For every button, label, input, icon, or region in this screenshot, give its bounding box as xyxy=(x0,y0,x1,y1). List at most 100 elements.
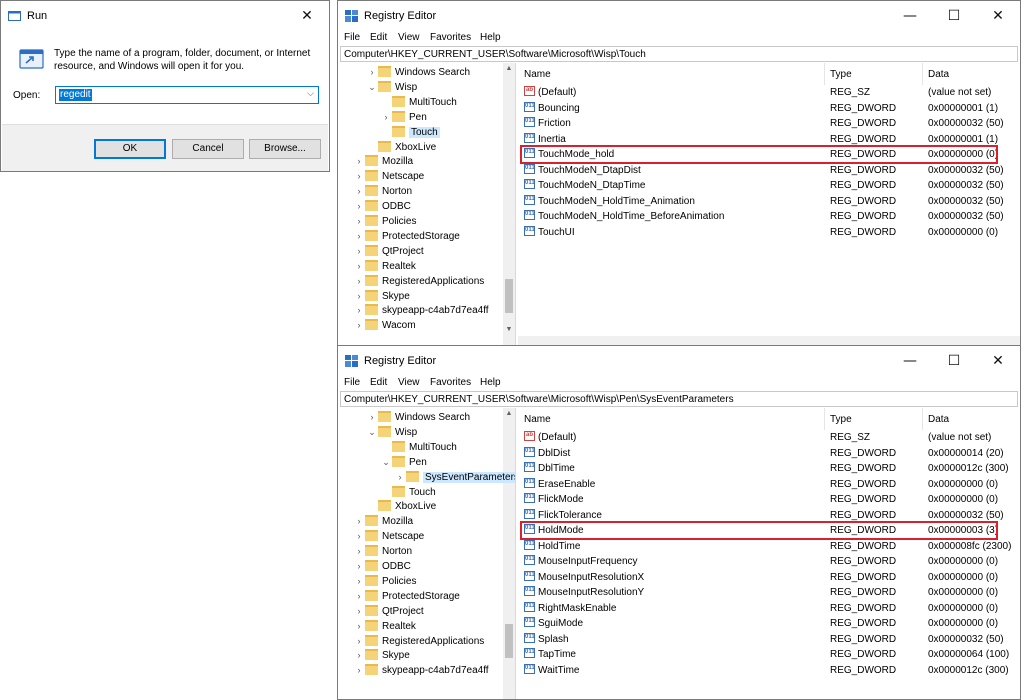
tree-node[interactable]: MultiTouch xyxy=(380,95,457,110)
value-row[interactable]: 011 MouseInputResolutionX REG_DWORD 0x00000… xyxy=(518,570,1020,585)
chevron-right-icon[interactable]: › xyxy=(353,648,365,663)
tree-node[interactable]: Touch xyxy=(380,485,436,500)
close-button[interactable]: ✕ xyxy=(976,346,1020,376)
tree-node[interactable]: › Norton xyxy=(353,184,412,199)
open-input[interactable]: regedit xyxy=(59,89,92,101)
chevron-right-icon[interactable]: › xyxy=(353,303,365,318)
chevron-right-icon[interactable]: › xyxy=(353,229,365,244)
chevron-right-icon[interactable]: › xyxy=(353,604,365,619)
chevron-down-icon[interactable]: ⌵ xyxy=(307,88,314,99)
value-row[interactable]: 011 TouchModeN_DtapDist REG_DWORD 0x0000003… xyxy=(518,163,1020,178)
menu-view[interactable]: View xyxy=(398,377,420,388)
tree-node[interactable]: XboxLive xyxy=(366,140,436,155)
value-row[interactable]: 011 Friction REG_DWORD 0x00000032 (50) xyxy=(518,116,1020,131)
menu-file[interactable]: File xyxy=(344,377,360,388)
column-type[interactable]: Type xyxy=(830,414,852,425)
tree-node[interactable]: › QtProject xyxy=(353,604,424,619)
chevron-down-icon[interactable]: ⌄ xyxy=(380,455,392,470)
chevron-right-icon[interactable]: › xyxy=(366,65,378,80)
ok-button[interactable]: OK xyxy=(94,139,166,159)
chevron-right-icon[interactable]: › xyxy=(353,244,365,259)
column-data[interactable]: Data xyxy=(928,414,949,425)
menu-edit[interactable]: Edit xyxy=(370,377,387,388)
menu-file[interactable]: File xyxy=(344,32,360,43)
tree-node[interactable]: › Windows Search xyxy=(366,410,470,425)
value-row[interactable]: 011 FlickMode REG_DWORD 0x00000000 (0) xyxy=(518,492,1020,507)
browse-button[interactable]: Browse... xyxy=(249,139,321,159)
chevron-right-icon[interactable]: › xyxy=(353,559,365,574)
value-row[interactable]: 011 TouchModeN_HoldTime_Animation REG_DWOR… xyxy=(518,194,1020,209)
tree-node[interactable]: › Mozilla xyxy=(353,514,413,529)
value-row[interactable]: ab (Default) REG_SZ (value not set) xyxy=(518,85,1020,100)
value-row[interactable]: 011 TouchModeN_DtapTime REG_DWORD 0x0000003… xyxy=(518,178,1020,193)
chevron-right-icon[interactable]: › xyxy=(366,410,378,425)
value-row[interactable]: 011 DblTime REG_DWORD 0x0000012c (300) xyxy=(518,461,1020,476)
tree-scrollbar[interactable]: ▲ ▼ xyxy=(503,63,515,346)
maximize-button[interactable]: ☐ xyxy=(932,346,976,376)
chevron-right-icon[interactable]: › xyxy=(353,634,365,649)
tree-node[interactable]: › Policies xyxy=(353,574,416,589)
column-name[interactable]: Name xyxy=(524,69,551,80)
column-type[interactable]: Type xyxy=(830,69,852,80)
titlebar[interactable]: Registry Editor — ☐ ✕ xyxy=(338,346,1020,376)
tree-node[interactable]: › Windows Search xyxy=(366,65,470,80)
maximize-button[interactable]: ☐ xyxy=(932,1,976,31)
address-bar[interactable]: Computer\HKEY_CURRENT_USER\Software\Micr… xyxy=(340,391,1018,407)
tree-node[interactable]: › Policies xyxy=(353,214,416,229)
chevron-right-icon[interactable]: › xyxy=(353,318,365,333)
tree-node[interactable]: › SysEventParameters xyxy=(394,470,515,485)
scroll-up-icon[interactable]: ▲ xyxy=(503,408,515,420)
value-row[interactable]: 011 Bouncing REG_DWORD 0x00000001 (1) xyxy=(518,101,1020,116)
scroll-up-icon[interactable]: ▲ xyxy=(503,63,515,75)
close-button[interactable]: ✕ xyxy=(285,1,329,31)
chevron-right-icon[interactable]: › xyxy=(353,154,365,169)
tree-node[interactable]: › skypeapp-c4ab7d7ea4ff xyxy=(353,303,489,318)
value-row[interactable]: 011 DblDist REG_DWORD 0x00000014 (20) xyxy=(518,446,1020,461)
run-titlebar[interactable]: Run ✕ xyxy=(1,1,329,31)
value-row[interactable]: 011 MouseInputFrequency REG_DWORD 0x0000000… xyxy=(518,554,1020,569)
tree-node[interactable]: › ProtectedStorage xyxy=(353,229,460,244)
minimize-button[interactable]: — xyxy=(888,1,932,31)
menu-edit[interactable]: Edit xyxy=(370,32,387,43)
value-row[interactable]: 011 MouseInputResolutionY REG_DWORD 0x00000… xyxy=(518,585,1020,600)
chevron-right-icon[interactable]: › xyxy=(353,199,365,214)
value-row[interactable]: 011 RightMaskEnable REG_DWORD 0x00000000 (0… xyxy=(518,601,1020,616)
tree-node[interactable]: › Norton xyxy=(353,544,412,559)
menu-help[interactable]: Help xyxy=(480,377,501,388)
chevron-right-icon[interactable]: › xyxy=(353,184,365,199)
chevron-right-icon[interactable]: › xyxy=(353,619,365,634)
chevron-down-icon[interactable]: ⌄ xyxy=(366,80,378,95)
tree-node[interactable]: ⌄ Wisp xyxy=(366,425,417,440)
tree-node[interactable]: › Pen xyxy=(380,110,427,125)
chevron-right-icon[interactable]: › xyxy=(353,514,365,529)
value-row[interactable]: 011 SguiMode REG_DWORD 0x00000000 (0) xyxy=(518,616,1020,631)
chevron-right-icon[interactable]: › xyxy=(353,544,365,559)
tree-scrollbar[interactable]: ▲ xyxy=(503,408,515,699)
chevron-right-icon[interactable]: › xyxy=(353,663,365,678)
tree-node[interactable]: MultiTouch xyxy=(380,440,457,455)
chevron-right-icon[interactable]: › xyxy=(353,529,365,544)
scroll-thumb[interactable] xyxy=(505,279,513,313)
tree-node[interactable]: › ODBC xyxy=(353,559,411,574)
value-row[interactable]: 011 WaitTime REG_DWORD 0x0000012c (300) xyxy=(518,663,1020,678)
chevron-down-icon[interactable]: ⌄ xyxy=(366,425,378,440)
tree-node[interactable]: › Skype xyxy=(353,648,410,663)
chevron-right-icon[interactable]: › xyxy=(353,214,365,229)
tree-node[interactable]: › Wacom xyxy=(353,318,416,333)
tree-node[interactable]: XboxLive xyxy=(366,499,436,514)
menu-favorites[interactable]: Favorites xyxy=(430,32,471,43)
tree-node[interactable]: ⌄ Wisp xyxy=(366,80,417,95)
value-row[interactable]: 011 TouchModeN_HoldTime_BeforeAnimation RE… xyxy=(518,209,1020,224)
cancel-button[interactable]: Cancel xyxy=(172,139,244,159)
value-row[interactable]: 011 Splash REG_DWORD 0x00000032 (50) xyxy=(518,632,1020,647)
chevron-right-icon[interactable]: › xyxy=(394,470,406,485)
tree-node[interactable]: › Mozilla xyxy=(353,154,413,169)
value-row[interactable]: 011 TapTime REG_DWORD 0x00000064 (100) xyxy=(518,647,1020,662)
titlebar[interactable]: Registry Editor — ☐ ✕ xyxy=(338,1,1020,31)
menu-favorites[interactable]: Favorites xyxy=(430,377,471,388)
tree-node[interactable]: › skypeapp-c4ab7d7ea4ff xyxy=(353,663,489,678)
open-combobox[interactable]: regedit ⌵ xyxy=(55,86,319,104)
chevron-right-icon[interactable]: › xyxy=(353,289,365,304)
scroll-thumb[interactable] xyxy=(505,624,513,658)
tree-node[interactable]: › RegisteredApplications xyxy=(353,634,484,649)
